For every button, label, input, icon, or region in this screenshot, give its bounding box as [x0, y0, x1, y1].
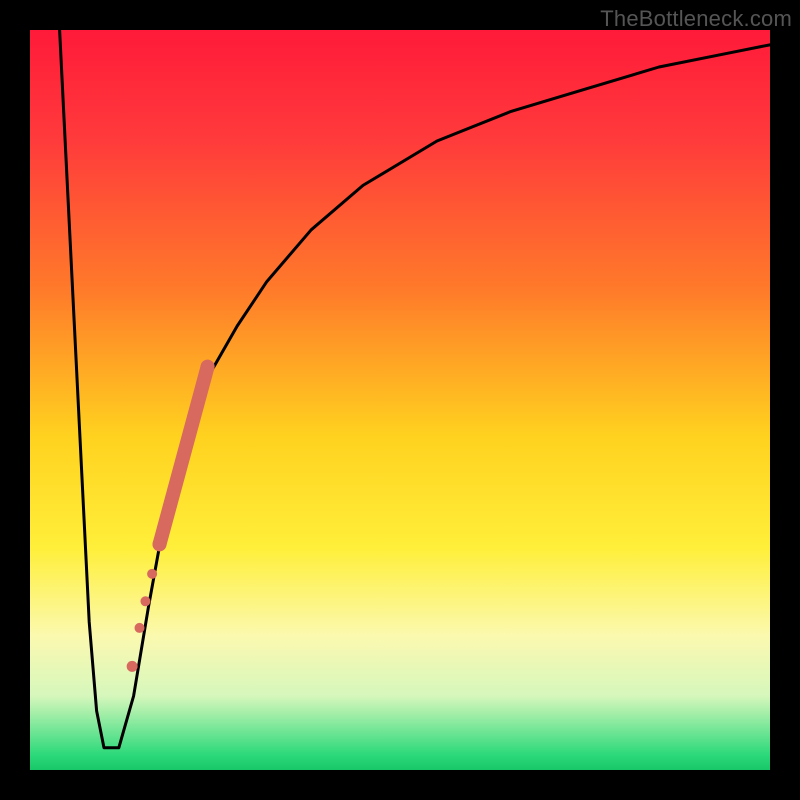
plot-area: [30, 30, 770, 770]
watermark-text: TheBottleneck.com: [600, 6, 792, 32]
highlight-segment-cap-top: [201, 360, 215, 374]
chart-svg: [30, 30, 770, 770]
highlight-segment: [160, 367, 208, 545]
highlight-segment-cap-bottom: [153, 537, 167, 551]
highlight-dot-2: [140, 596, 150, 606]
highlight-dot-3: [135, 623, 145, 633]
chart-frame: TheBottleneck.com: [0, 0, 800, 800]
highlight-dot-4: [127, 661, 138, 672]
bottleneck-curve: [60, 30, 770, 748]
highlight-dot-1: [147, 569, 157, 579]
